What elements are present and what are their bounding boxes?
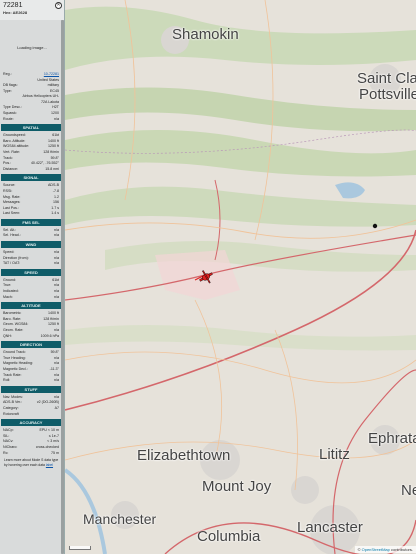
scale-bar (69, 546, 91, 550)
info-row-value: 15.8 nmi (45, 166, 59, 171)
place-label: Shamokin (172, 26, 239, 43)
learn-more-note: Learn more about Mode S data type by hov… (0, 456, 64, 469)
section-title[interactable]: STUFF (1, 385, 61, 393)
place-label: Manchester (83, 511, 157, 527)
hex-line: Hex: AE2628 (3, 10, 61, 16)
info-row: Roll: n/a (0, 378, 64, 384)
panel-header: 72281 Hex: AE2628 ✕ (0, 0, 64, 20)
info-row-value: n/a (54, 378, 59, 383)
panel-scrollbar[interactable] (61, 20, 64, 554)
osm-link[interactable]: OpenStreetMap (362, 547, 390, 552)
place-label: Saint Clair (357, 70, 416, 87)
learn-more-link[interactable]: label (46, 463, 53, 467)
place-label: Columbia (197, 528, 261, 545)
section-title[interactable]: ACCURACY (1, 419, 61, 427)
info-row-label: TAT / OAT: (3, 261, 20, 266)
map-view[interactable]: Shamokin Saint Clair Pottsville Elizabet… (65, 0, 416, 554)
info-row-value: Airbus Helicopters UH-72A Lakota (22, 94, 59, 104)
section-title[interactable]: ALTITUDE (1, 302, 61, 310)
info-row-label: Rotorcraft (3, 411, 19, 416)
aircraft-info-panel: 72281 Hex: AE2628 ✕ Loading image... Reg… (0, 0, 65, 554)
place-label: Lititz (319, 446, 350, 463)
info-row-value: 1009.6 hPa (40, 333, 59, 338)
place-label: Ne (401, 482, 416, 499)
info-row: Route: n/a (0, 117, 64, 123)
place-label: Pottsville (359, 86, 416, 103)
section-title[interactable]: SPEED (1, 268, 61, 276)
aircraft-photo: Loading image... (0, 20, 64, 72)
place-label: Ephrata (368, 430, 416, 447)
info-row-label: Last Seen: (3, 211, 21, 216)
info-row-label: Sel. Head.: (3, 233, 21, 238)
info-row-value: 1.4 s (51, 211, 59, 216)
attribution-suffix: contributors. (389, 547, 413, 552)
aircraft-callsign: 72281 (3, 2, 23, 9)
info-row-value: n/a (54, 233, 59, 238)
section-title[interactable]: DIRECTION (1, 341, 61, 349)
scrollbar-thumb[interactable] (61, 20, 64, 554)
info-row: Rc: 75 m (0, 451, 64, 457)
section-title[interactable]: SPATIAL (1, 124, 61, 132)
info-row: Mach: n/a (0, 295, 64, 301)
other-aircraft-marker (372, 223, 378, 229)
info-row: Last Seen: 1.4 s (0, 211, 64, 217)
info-row: Sel. Head.: n/a (0, 233, 64, 239)
info-row-label: Rc: (3, 450, 9, 455)
close-icon[interactable]: ✕ (55, 2, 62, 9)
info-row-value: n/a (54, 261, 59, 266)
info-row: Airbus Helicopters UH-72A Lakota (0, 94, 64, 105)
section-title[interactable]: SIGNAL (1, 174, 61, 182)
place-label: Lancaster (297, 519, 363, 536)
place-label: Elizabethtown (137, 447, 231, 464)
info-row-label: QNH: (3, 333, 12, 338)
section-title[interactable]: WIND (1, 241, 61, 249)
map-attribution: © OpenStreetMap contributors. (354, 546, 416, 553)
info-row-value: 75 m (51, 450, 59, 455)
info-row-label: Mach: (3, 294, 13, 299)
info-row-label: Roll: (3, 378, 11, 383)
place-label: Mount Joy (202, 478, 272, 495)
info-row: TAT / OAT: n/a (0, 261, 64, 267)
photo-loading-text: Loading image... (17, 45, 47, 50)
helicopter-icon[interactable] (197, 268, 215, 286)
info-row-value: n/a (54, 294, 59, 299)
section-title[interactable]: FMS SEL (1, 218, 61, 226)
info-row-label: Route: (3, 116, 14, 121)
info-row: QNH: 1009.6 hPa (0, 334, 64, 340)
info-row: Distance: 15.8 nmi (0, 167, 64, 173)
info-row-value: n/a (54, 116, 59, 121)
info-sections: SPATIAL Groundspeed: 61kt Baro. Altitude: 14… (0, 124, 64, 456)
basic-info: Reg.: 10-72281 United States DB flags: milit… (0, 72, 64, 122)
hex-label: Hex: (3, 10, 12, 15)
info-row-label: Distance: (3, 166, 18, 171)
hex-value: AE2628 (12, 10, 28, 15)
info-row: Rotorcraft (0, 412, 64, 418)
